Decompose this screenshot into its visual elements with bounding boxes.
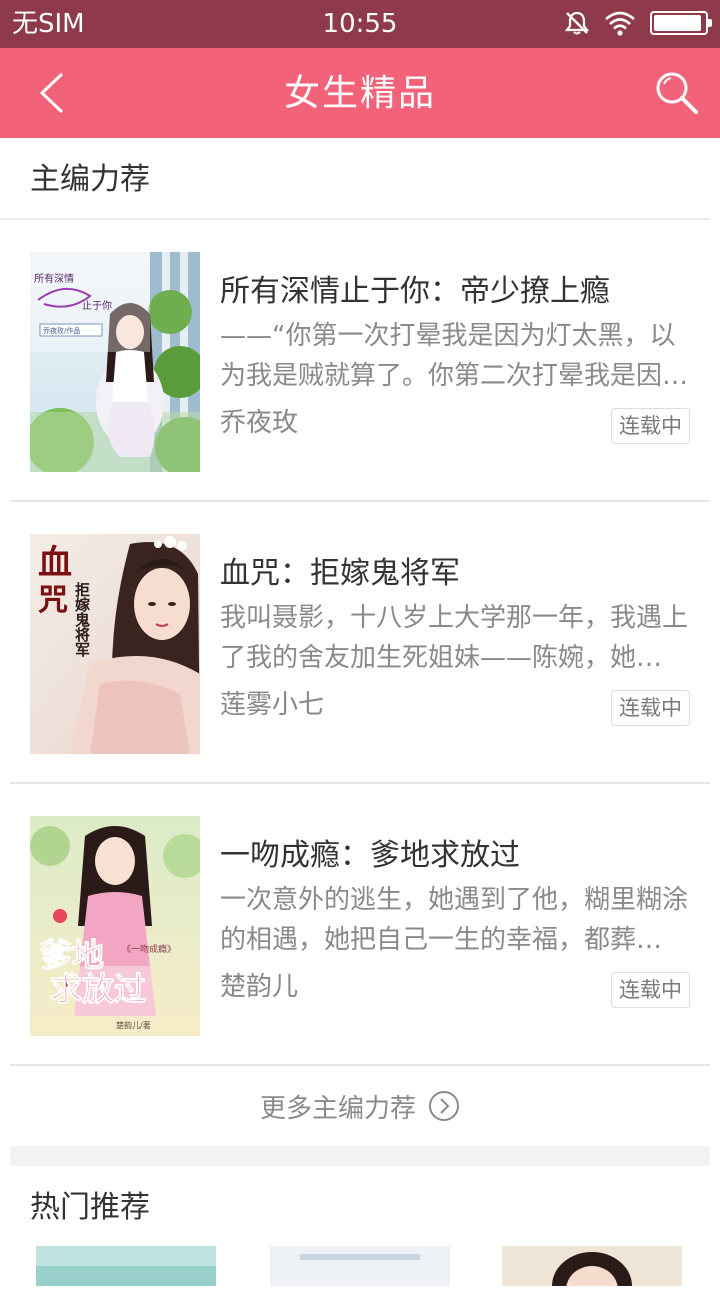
page-title: 女生精品 xyxy=(283,73,436,114)
book-item[interactable]: 血 咒 拒嫁鬼将军 血咒：拒嫁鬼将军 我叫聂影，十八岁上大学那一年，我遇上了我的… xyxy=(10,502,710,784)
cover-title-text: 血 xyxy=(38,543,72,583)
cover-subtitle-text: 拒嫁鬼将军 xyxy=(73,581,91,658)
book-author: 莲雾小七 xyxy=(220,690,325,720)
book-cover[interactable] xyxy=(36,1246,216,1286)
more-editor-picks-link[interactable]: 更多主编力荐 xyxy=(0,1066,720,1146)
book-cover[interactable] xyxy=(270,1246,450,1286)
section-divider xyxy=(10,1146,710,1166)
status-icons xyxy=(564,10,712,36)
book-title[interactable]: 一吻成瘾：爹地求放过 xyxy=(220,830,520,874)
book-cover[interactable] xyxy=(502,1246,682,1286)
book-title[interactable]: 所有深情止于你：帝少撩上瘾 xyxy=(220,266,610,310)
book-cover[interactable]: 所有深情 止于你 乔夜玫/作品 xyxy=(30,252,200,472)
cover-author-text: 乔夜玫/作品 xyxy=(43,326,80,335)
more-editor-picks-label: 更多主编力荐 xyxy=(259,1093,416,1124)
status-badge: 连载中 xyxy=(611,690,690,726)
status-badge: 连载中 xyxy=(611,408,690,444)
book-description: 一次意外的逃生，她遇到了他，糊里糊涂的相遇，她把自己一生的幸福，都葬送…… xyxy=(220,885,689,955)
editor-picks-header: 主编力荐 xyxy=(0,138,710,220)
chevron-right-circle-icon xyxy=(429,1091,459,1121)
book-item[interactable]: 所有深情 止于你 乔夜玫/作品 所有深情止于你：帝少撩上瘾 ——“你第一次打晕我… xyxy=(10,220,710,502)
nav-bar: 女生精品 xyxy=(0,48,720,138)
cover-subtitle-text: 《一吻成瘾》 xyxy=(122,943,176,955)
book-author: 乔夜玫 xyxy=(220,408,299,438)
cover-title-text: 爹地 xyxy=(40,936,104,974)
status-bar: 无SIM 10:55 xyxy=(0,0,720,48)
cover-title-text: 求放过 xyxy=(50,970,146,1008)
book-title[interactable]: 血咒：拒嫁鬼将军 xyxy=(220,548,460,592)
cover-author-text: 楚韵儿/著 xyxy=(116,1020,151,1030)
editor-picks-list: 所有深情 止于你 乔夜玫/作品 所有深情止于你：帝少撩上瘾 ——“你第一次打晕我… xyxy=(0,220,720,1066)
hot-recommend-row xyxy=(0,1246,720,1306)
book-description: ——“你第一次打晕我是因为灯太黑，以为我是贼就算了。你第二次打晕我是因为…… xyxy=(220,321,676,391)
cover-title-text: 咒 xyxy=(38,583,68,618)
hot-recommend-header: 热门推荐 xyxy=(30,1190,150,1225)
mute-bell-icon xyxy=(564,11,590,35)
search-icon[interactable] xyxy=(654,70,700,116)
book-author: 楚韵儿 xyxy=(220,972,299,1002)
cover-title-text: 所有深情 xyxy=(34,272,74,285)
status-badge: 连载中 xyxy=(611,972,690,1008)
battery-icon xyxy=(650,11,712,35)
cover-subtitle-text: 止于你 xyxy=(82,299,112,312)
wifi-icon xyxy=(605,11,635,36)
book-cover[interactable]: 爹地 求放过 《一吻成瘾》 楚韵儿/著 xyxy=(30,816,200,1036)
book-description: 我叫聂影，十八岁上大学那一年，我遇上了我的舍友加生死姐妹——陈婉，她把…… xyxy=(220,603,689,673)
book-item[interactable]: 爹地 求放过 《一吻成瘾》 楚韵儿/著 一吻成瘾：爹地求放过 一次意外的逃生，她… xyxy=(10,784,710,1066)
book-cover[interactable]: 血 咒 拒嫁鬼将军 xyxy=(30,534,200,754)
